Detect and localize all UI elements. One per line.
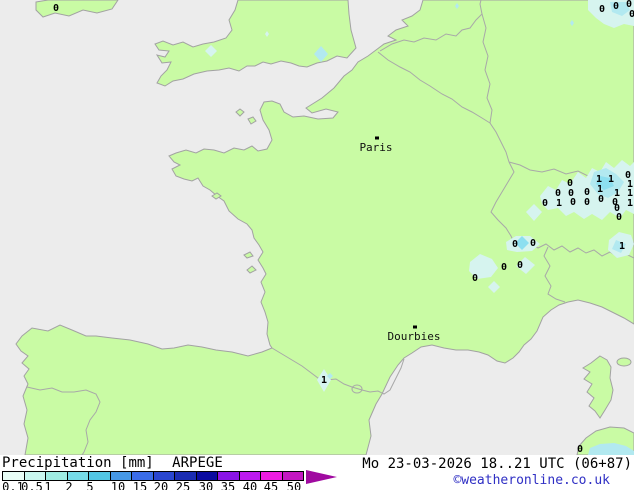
credit-link[interactable]: ©weatheronline.co.uk	[453, 474, 610, 487]
scale-label: 2	[65, 480, 73, 490]
precip-value-mark: 1	[555, 198, 563, 209]
colorbar-segment-0.1	[3, 472, 24, 480]
scale-label: 40	[242, 480, 258, 490]
precip-value-mark: 1	[320, 375, 328, 386]
precip-value-mark: 0	[541, 198, 549, 209]
legend-unit: [mm]	[120, 455, 154, 471]
city-dot-paris	[375, 136, 379, 140]
scale-label: 50	[286, 480, 302, 490]
legend-parameter: Precipitation	[2, 455, 112, 471]
precip-value-mark: 0	[52, 3, 60, 14]
scale-label: 35	[220, 480, 236, 490]
colorbar-segment-30	[196, 472, 217, 480]
precip-value-mark: 0	[500, 262, 508, 273]
city-label-paris: Paris	[359, 141, 393, 154]
scale-label: 5	[86, 480, 94, 490]
city-label-dourbies: Dourbies	[387, 330, 441, 343]
precip-value-mark: 1	[626, 198, 634, 209]
colorbar-segment-1	[46, 472, 67, 480]
scale-label: 15	[132, 480, 148, 490]
precip-value-mark: 0	[583, 197, 591, 208]
colorbar-segment-0.5	[24, 472, 45, 480]
precip-value-mark: 0	[612, 1, 620, 12]
scale-label: 0.5	[21, 480, 43, 490]
precip-value-mark: 0	[529, 238, 537, 249]
legend-model: ARPEGE	[172, 455, 223, 471]
colorbar-segment-5	[89, 472, 110, 480]
precipitation-map: 000000110000111010000110010000010 Paris D…	[0, 0, 634, 455]
colorbar-segment-10	[110, 472, 131, 480]
scale-label: 30	[198, 480, 214, 490]
scale-label: 10	[110, 480, 126, 490]
colorbar-segment-40	[239, 472, 260, 480]
legend-title: Precipitation [mm] ARPEGE	[2, 455, 223, 473]
precip-value-mark: 0	[569, 197, 577, 208]
scale-label: 20	[153, 480, 169, 490]
map-svg	[0, 0, 634, 455]
legend: Precipitation [mm] ARPEGE 0.1 0.5 1 2 5 10 15 2…	[0, 455, 634, 490]
valid-time-label: Mo 23-03-2026 18..21 UTC (06+87)	[362, 456, 632, 472]
colorbar-segment-50	[282, 472, 303, 480]
precip-value-mark: 0	[471, 273, 479, 284]
precip-value-mark: 0	[615, 212, 623, 223]
precip-value-mark: 1	[607, 174, 615, 185]
colorbar-segment-20	[153, 472, 174, 480]
colorbar-segment-35	[218, 472, 239, 480]
scale-label: 45	[263, 480, 279, 490]
scale-label: 1	[44, 480, 52, 490]
colorbar-scale-labels: 0.1 0.5 1 2 5 10 15 20 25 30 35 40 45 50	[0, 481, 340, 490]
colorbar-segment-15	[132, 472, 153, 480]
elba-island	[616, 357, 632, 367]
precip-value-mark: 1	[618, 241, 626, 252]
precip-value-mark: 0	[576, 444, 584, 455]
colorbar-segment-25	[175, 472, 196, 480]
colorbar-segment-45	[261, 472, 282, 480]
precip-value-mark: 0	[597, 194, 605, 205]
city-dot-dourbies	[413, 325, 417, 329]
precip-value-mark: 0	[628, 9, 634, 20]
precip-value-mark: 0	[516, 260, 524, 271]
weather-map-screenshot: 000000110000111010000110010000010 Paris D…	[0, 0, 634, 490]
precip-value-mark: 0	[511, 239, 519, 250]
scale-label: 25	[175, 480, 191, 490]
colorbar-segment-2	[67, 472, 88, 480]
precip-value-mark: 0	[598, 4, 606, 15]
